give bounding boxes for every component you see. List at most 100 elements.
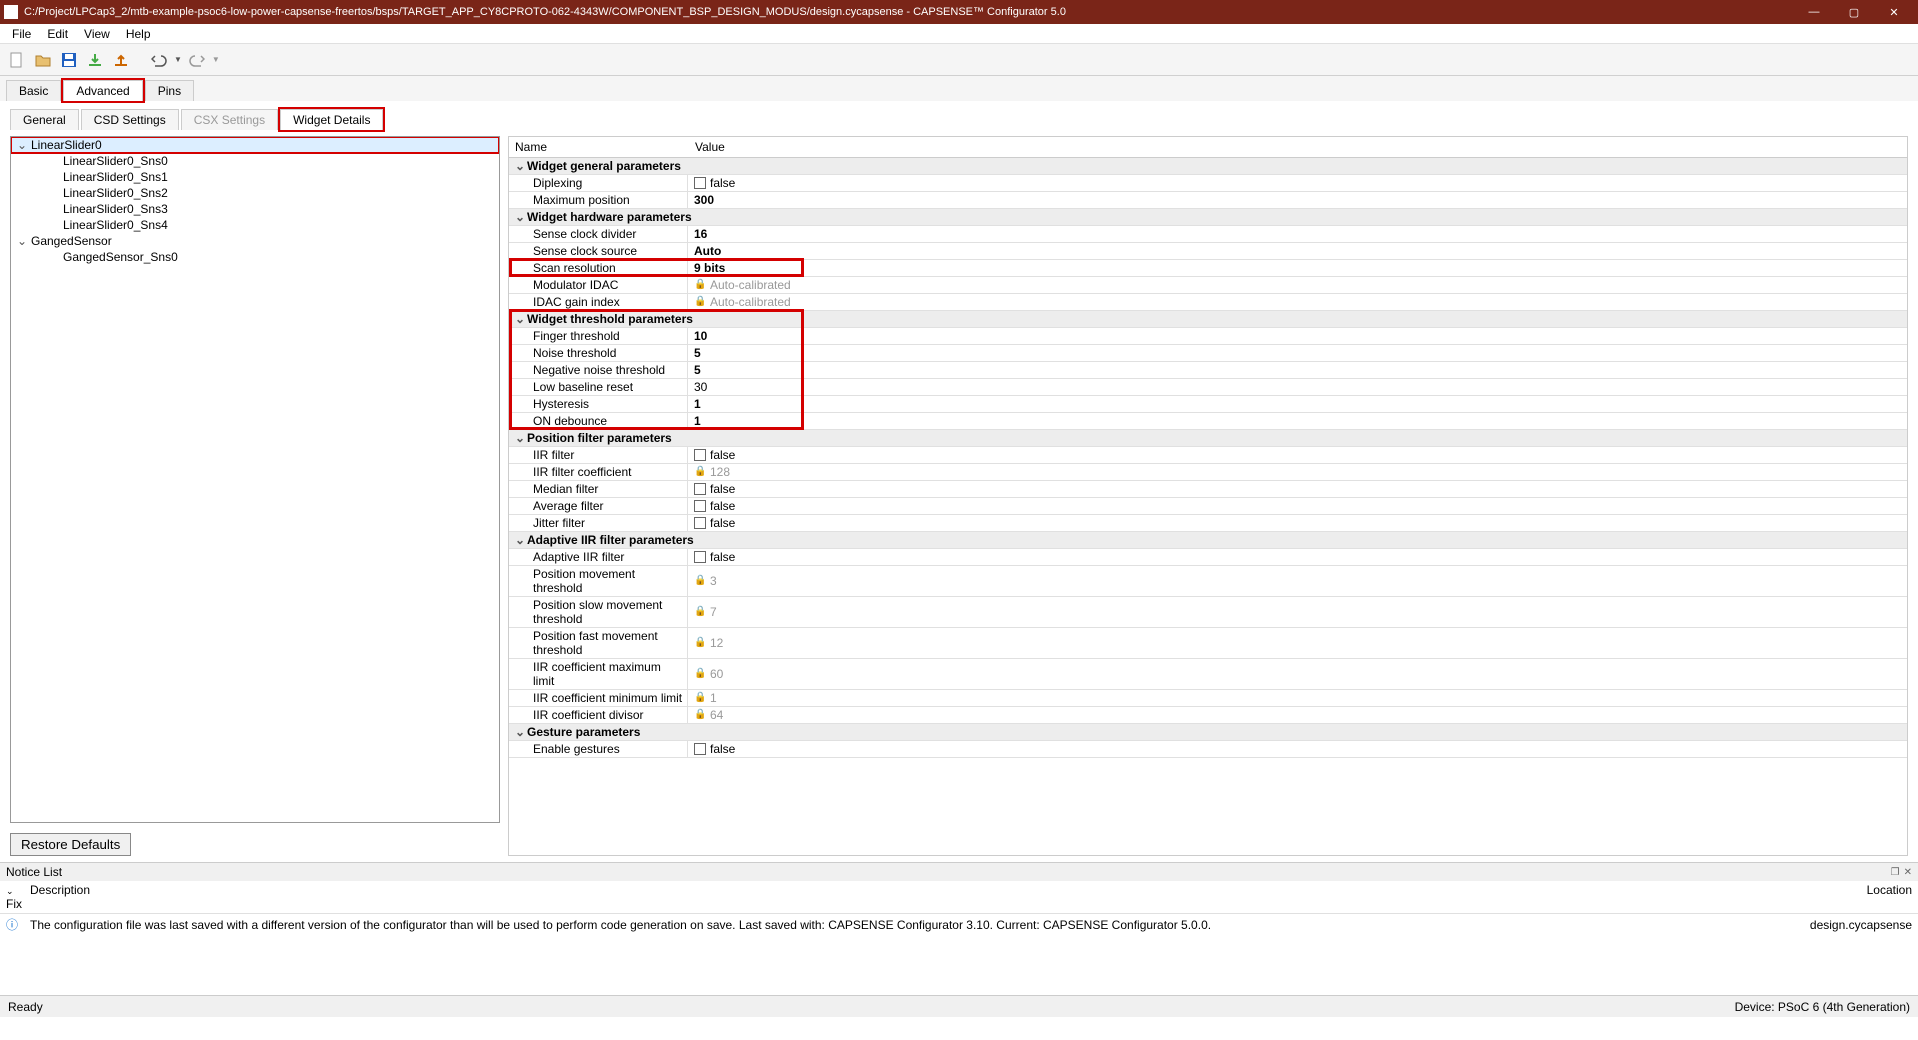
prop-value[interactable]: 10 — [688, 328, 1907, 344]
checkbox-icon[interactable] — [694, 449, 706, 461]
tree-item-linearslider0_sns1[interactable]: LinearSlider0_Sns1 — [11, 169, 499, 185]
prop-jitter-filter[interactable]: Jitter filterfalse — [509, 515, 1907, 532]
chevron-down-icon[interactable]: ⌄ — [513, 725, 527, 739]
chevron-icon[interactable]: ⌄ — [15, 138, 29, 152]
minimize-button[interactable]: — — [1794, 0, 1834, 24]
prop-iir-coefficient-maximum-limit[interactable]: IIR coefficient maximum limit🔒60 — [509, 659, 1907, 690]
checkbox-icon[interactable] — [694, 177, 706, 189]
menu-view[interactable]: View — [76, 25, 118, 43]
chevron-down-icon[interactable]: ⌄ — [513, 533, 527, 547]
prop-iir-filter[interactable]: IIR filterfalse — [509, 447, 1907, 464]
restore-defaults-button[interactable]: Restore Defaults — [10, 833, 131, 856]
maximize-button[interactable]: ▢ — [1834, 0, 1874, 24]
prop-enable-gestures[interactable]: Enable gesturesfalse — [509, 741, 1907, 758]
prop-iir-filter-coefficient[interactable]: IIR filter coefficient🔒128 — [509, 464, 1907, 481]
menu-file[interactable]: File — [4, 25, 39, 43]
checkbox-icon[interactable] — [694, 517, 706, 529]
notice-row[interactable]: ⓘ The configuration file was last saved … — [0, 914, 1918, 935]
tab-advanced[interactable]: Advanced — [63, 80, 142, 101]
prop-position-fast-movement-threshold[interactable]: Position fast movement threshold🔒12 — [509, 628, 1907, 659]
prop-maximum-position[interactable]: Maximum position300 — [509, 192, 1907, 209]
chevron-down-icon[interactable]: ⌄ — [513, 312, 527, 326]
checkbox-icon[interactable] — [694, 551, 706, 563]
prop-iir-coefficient-minimum-limit[interactable]: IIR coefficient minimum limit🔒1 — [509, 690, 1907, 707]
tree-item-gangedsensor[interactable]: ⌄GangedSensor — [11, 233, 499, 249]
notice-popout-icon[interactable]: ❐ — [1891, 867, 1900, 878]
prop-modulator-idac[interactable]: Modulator IDAC🔒Auto-calibrated — [509, 277, 1907, 294]
new-icon[interactable] — [6, 49, 28, 71]
prop-value[interactable]: 30 — [688, 379, 1907, 395]
tab-basic[interactable]: Basic — [6, 80, 61, 101]
prop-sense-clock-source[interactable]: Sense clock sourceAuto — [509, 243, 1907, 260]
prop-iir-coefficient-divisor[interactable]: IIR coefficient divisor🔒64 — [509, 707, 1907, 724]
prop-negative-noise-threshold[interactable]: Negative noise threshold5 — [509, 362, 1907, 379]
tree-item-gangedsensor_sns0[interactable]: GangedSensor_Sns0 — [11, 249, 499, 265]
widget-tree[interactable]: ⌄LinearSlider0LinearSlider0_Sns0LinearSl… — [10, 136, 500, 823]
group-gesture-parameters[interactable]: ⌄Gesture parameters — [509, 724, 1907, 741]
prop-median-filter[interactable]: Median filterfalse — [509, 481, 1907, 498]
tree-item-linearslider0_sns3[interactable]: LinearSlider0_Sns3 — [11, 201, 499, 217]
prop-value[interactable]: 1 — [688, 396, 1907, 412]
prop-low-baseline-reset[interactable]: Low baseline reset30 — [509, 379, 1907, 396]
prop-hysteresis[interactable]: Hysteresis1 — [509, 396, 1907, 413]
notice-close-icon[interactable]: ✕ — [1904, 867, 1912, 878]
open-icon[interactable] — [32, 49, 54, 71]
group-widget-hardware-parameters[interactable]: ⌄Widget hardware parameters — [509, 209, 1907, 226]
import-icon[interactable] — [84, 49, 106, 71]
prop-value[interactable]: 16 — [688, 226, 1907, 242]
tree-item-linearslider0[interactable]: ⌄LinearSlider0 — [11, 137, 499, 153]
subtab-csd-settings[interactable]: CSD Settings — [81, 109, 179, 130]
tree-item-linearslider0_sns2[interactable]: LinearSlider0_Sns2 — [11, 185, 499, 201]
chevron-icon[interactable]: ⌄ — [15, 234, 29, 248]
prop-position-movement-threshold[interactable]: Position movement threshold🔒3 — [509, 566, 1907, 597]
group-widget-threshold-parameters[interactable]: ⌄Widget threshold parameters — [509, 311, 1907, 328]
tab-pins[interactable]: Pins — [145, 80, 194, 101]
prop-average-filter[interactable]: Average filterfalse — [509, 498, 1907, 515]
tree-item-linearslider0_sns0[interactable]: LinearSlider0_Sns0 — [11, 153, 499, 169]
prop-diplexing[interactable]: Diplexingfalse — [509, 175, 1907, 192]
group-widget-general-parameters[interactable]: ⌄Widget general parameters — [509, 158, 1907, 175]
menu-help[interactable]: Help — [118, 25, 159, 43]
prop-value[interactable]: false — [688, 175, 1907, 191]
prop-value[interactable]: false — [688, 498, 1907, 514]
subtab-widget-details[interactable]: Widget Details — [280, 109, 383, 130]
prop-value[interactable]: false — [688, 549, 1907, 565]
prop-scan-resolution[interactable]: Scan resolution9 bits — [509, 260, 1907, 277]
prop-adaptive-iir-filter[interactable]: Adaptive IIR filterfalse — [509, 549, 1907, 566]
undo-icon[interactable] — [148, 49, 170, 71]
redo-icon[interactable] — [186, 49, 208, 71]
prop-value[interactable]: 1 — [688, 413, 1907, 429]
checkbox-icon[interactable] — [694, 483, 706, 495]
prop-position-slow-movement-threshold[interactable]: Position slow movement threshold🔒7 — [509, 597, 1907, 628]
checkbox-icon[interactable] — [694, 500, 706, 512]
redo-dropdown-icon[interactable]: ▼ — [212, 55, 220, 64]
chevron-down-icon[interactable]: ⌄ — [513, 210, 527, 224]
prop-value[interactable]: 5 — [688, 362, 1907, 378]
menu-edit[interactable]: Edit — [39, 25, 76, 43]
prop-value[interactable]: false — [688, 741, 1907, 757]
prop-noise-threshold[interactable]: Noise threshold5 — [509, 345, 1907, 362]
prop-idac-gain-index[interactable]: IDAC gain index🔒Auto-calibrated — [509, 294, 1907, 311]
save-icon[interactable] — [58, 49, 80, 71]
prop-value[interactable]: 300 — [688, 192, 1907, 208]
undo-dropdown-icon[interactable]: ▼ — [174, 55, 182, 64]
prop-value[interactable]: 9 bits — [688, 260, 1907, 276]
prop-value[interactable]: 5 — [688, 345, 1907, 361]
prop-value[interactable]: false — [688, 481, 1907, 497]
close-button[interactable]: ✕ — [1874, 0, 1914, 24]
subtab-general[interactable]: General — [10, 109, 79, 130]
group-position-filter-parameters[interactable]: ⌄Position filter parameters — [509, 430, 1907, 447]
check-label: false — [710, 482, 735, 496]
prop-sense-clock-divider[interactable]: Sense clock divider16 — [509, 226, 1907, 243]
prop-on-debounce[interactable]: ON debounce1 — [509, 413, 1907, 430]
chevron-down-icon[interactable]: ⌄ — [513, 431, 527, 445]
export-icon[interactable] — [110, 49, 132, 71]
tree-item-linearslider0_sns4[interactable]: LinearSlider0_Sns4 — [11, 217, 499, 233]
checkbox-icon[interactable] — [694, 743, 706, 755]
chevron-down-icon[interactable]: ⌄ — [513, 159, 527, 173]
group-adaptive-iir-filter-parameters[interactable]: ⌄Adaptive IIR filter parameters — [509, 532, 1907, 549]
prop-value[interactable]: false — [688, 447, 1907, 463]
prop-value[interactable]: Auto — [688, 243, 1907, 259]
prop-value[interactable]: false — [688, 515, 1907, 531]
prop-finger-threshold[interactable]: Finger threshold10 — [509, 328, 1907, 345]
